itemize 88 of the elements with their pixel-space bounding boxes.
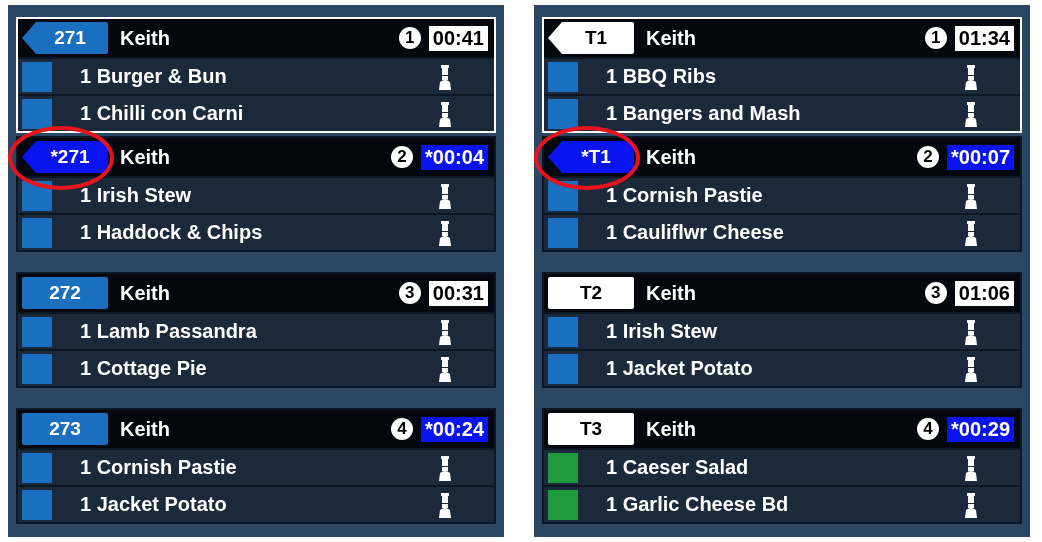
sequence-number: 2 bbox=[391, 146, 414, 168]
chef-icon bbox=[962, 318, 980, 345]
order-item-row[interactable]: 1 Caeser Salad bbox=[544, 450, 1020, 485]
order-ticket[interactable]: 271 Keith 1 00:41 1 Burger & Bun 1 Chilli con Carni bbox=[16, 17, 496, 133]
order-item-row[interactable]: 1 Burger & Bun bbox=[18, 59, 494, 94]
sequence-number: 4 bbox=[391, 418, 414, 440]
chef-icon bbox=[436, 491, 454, 518]
sequence-number: 3 bbox=[398, 282, 421, 304]
order-item-row[interactable]: 1 Garlic Cheese Bd bbox=[544, 487, 1020, 522]
item-name: 1 Jacket Potato bbox=[606, 357, 754, 380]
chef-icon bbox=[436, 454, 454, 481]
item-name: 1 Irish Stew bbox=[606, 320, 719, 343]
order-item-row[interactable]: 1 Cauliflwr Cheese bbox=[544, 215, 1020, 250]
server-name: Keith bbox=[120, 26, 171, 50]
order-ticket[interactable]: T3 Keith 4 *00:29 1 Caeser Salad 1 Garlic Cheese Bd bbox=[542, 408, 1022, 524]
item-name: 1 Jacket Potato bbox=[80, 493, 228, 516]
chef-icon bbox=[962, 100, 980, 127]
item-name: 1 Lamb Passandra bbox=[80, 320, 258, 343]
order-item-row[interactable]: 1 Irish Stew bbox=[544, 314, 1020, 349]
server-name: Keith bbox=[646, 145, 697, 169]
sequence-number: 2 bbox=[917, 146, 940, 168]
order-item-row[interactable]: 1 Bangers and Mash bbox=[544, 96, 1020, 131]
table-tag: 271 bbox=[22, 22, 108, 54]
order-item-row[interactable]: 1 Cottage Pie bbox=[18, 351, 494, 386]
order-ticket[interactable]: T2 Keith 3 01:06 1 Irish Stew 1 Jacket Potato bbox=[542, 272, 1022, 388]
order-item-row[interactable]: 1 Chilli con Carni bbox=[18, 96, 494, 131]
order-item-row[interactable]: 1 Cornish Pastie bbox=[544, 178, 1020, 213]
elapsed-timer: *00:04 bbox=[421, 144, 488, 170]
elapsed-timer: *00:29 bbox=[947, 416, 1014, 442]
server-name: Keith bbox=[646, 281, 697, 305]
order-item-row[interactable]: 1 Irish Stew bbox=[18, 178, 494, 213]
order-item-row[interactable]: 1 Cornish Pastie bbox=[18, 450, 494, 485]
elapsed-timer: 01:06 bbox=[954, 280, 1014, 306]
sequence-number: 1 bbox=[398, 27, 421, 49]
chef-icon bbox=[962, 355, 980, 382]
table-tag: T2 bbox=[548, 277, 634, 309]
order-ticket[interactable]: *T1 Keith 2 *00:07 1 Cornish Pastie 1 Cauliflwr Cheese bbox=[542, 136, 1022, 252]
chef-icon bbox=[436, 100, 454, 127]
table-tag: *T1 bbox=[548, 141, 634, 173]
chef-icon bbox=[436, 355, 454, 382]
item-name: 1 Irish Stew bbox=[80, 184, 193, 207]
server-name: Keith bbox=[646, 26, 697, 50]
chef-icon bbox=[962, 182, 980, 209]
order-ticket[interactable]: T1 Keith 1 01:34 1 BBQ Ribs 1 Bangers and Mash bbox=[542, 17, 1022, 133]
chef-icon bbox=[962, 219, 980, 246]
table-tag: T3 bbox=[548, 413, 634, 445]
server-name: Keith bbox=[120, 417, 171, 441]
order-ticket[interactable]: 273 Keith 4 *00:24 1 Cornish Pastie 1 Jacket Potato bbox=[16, 408, 496, 524]
item-name: 1 Chilli con Carni bbox=[80, 102, 245, 125]
order-ticket[interactable]: *271 Keith 2 *00:04 1 Irish Stew 1 Haddock & Chips bbox=[16, 136, 496, 252]
order-item-row[interactable]: 1 Jacket Potato bbox=[544, 351, 1020, 386]
order-item-row[interactable]: 1 Jacket Potato bbox=[18, 487, 494, 522]
order-ticket[interactable]: 272 Keith 3 00:31 1 Lamb Passandra 1 Cottage Pie bbox=[16, 272, 496, 388]
item-name: 1 Bangers and Mash bbox=[606, 102, 802, 125]
elapsed-timer: 01:34 bbox=[954, 25, 1014, 51]
chef-icon bbox=[962, 491, 980, 518]
chef-icon bbox=[962, 63, 980, 90]
table-tag: 272 bbox=[22, 277, 108, 309]
item-name: 1 Haddock & Chips bbox=[80, 221, 264, 244]
sequence-number: 4 bbox=[917, 418, 940, 440]
chef-icon bbox=[962, 454, 980, 481]
elapsed-timer: *00:24 bbox=[421, 416, 488, 442]
sequence-number: 1 bbox=[924, 27, 947, 49]
item-name: 1 Garlic Cheese Bd bbox=[606, 493, 790, 516]
order-item-row[interactable]: 1 BBQ Ribs bbox=[544, 59, 1020, 94]
chef-icon bbox=[436, 318, 454, 345]
item-name: 1 Cornish Pastie bbox=[606, 184, 764, 207]
chef-icon bbox=[436, 63, 454, 90]
item-name: 1 Burger & Bun bbox=[80, 65, 228, 88]
elapsed-timer: 00:41 bbox=[428, 25, 488, 51]
server-name: Keith bbox=[646, 417, 697, 441]
elapsed-timer: *00:07 bbox=[947, 144, 1014, 170]
table-tag: T1 bbox=[548, 22, 634, 54]
item-name: 1 BBQ Ribs bbox=[606, 65, 718, 88]
item-name: 1 Caeser Salad bbox=[606, 456, 750, 479]
elapsed-timer: 00:31 bbox=[428, 280, 488, 306]
table-tag: *271 bbox=[22, 141, 108, 173]
sequence-number: 3 bbox=[924, 282, 947, 304]
chef-icon bbox=[436, 182, 454, 209]
item-name: 1 Cornish Pastie bbox=[80, 456, 238, 479]
server-name: Keith bbox=[120, 145, 171, 169]
order-item-row[interactable]: 1 Lamb Passandra bbox=[18, 314, 494, 349]
item-name: 1 Cauliflwr Cheese bbox=[606, 221, 785, 244]
server-name: Keith bbox=[120, 281, 171, 305]
chef-icon bbox=[436, 219, 454, 246]
order-item-row[interactable]: 1 Haddock & Chips bbox=[18, 215, 494, 250]
item-name: 1 Cottage Pie bbox=[80, 357, 208, 380]
table-tag: 273 bbox=[22, 413, 108, 445]
